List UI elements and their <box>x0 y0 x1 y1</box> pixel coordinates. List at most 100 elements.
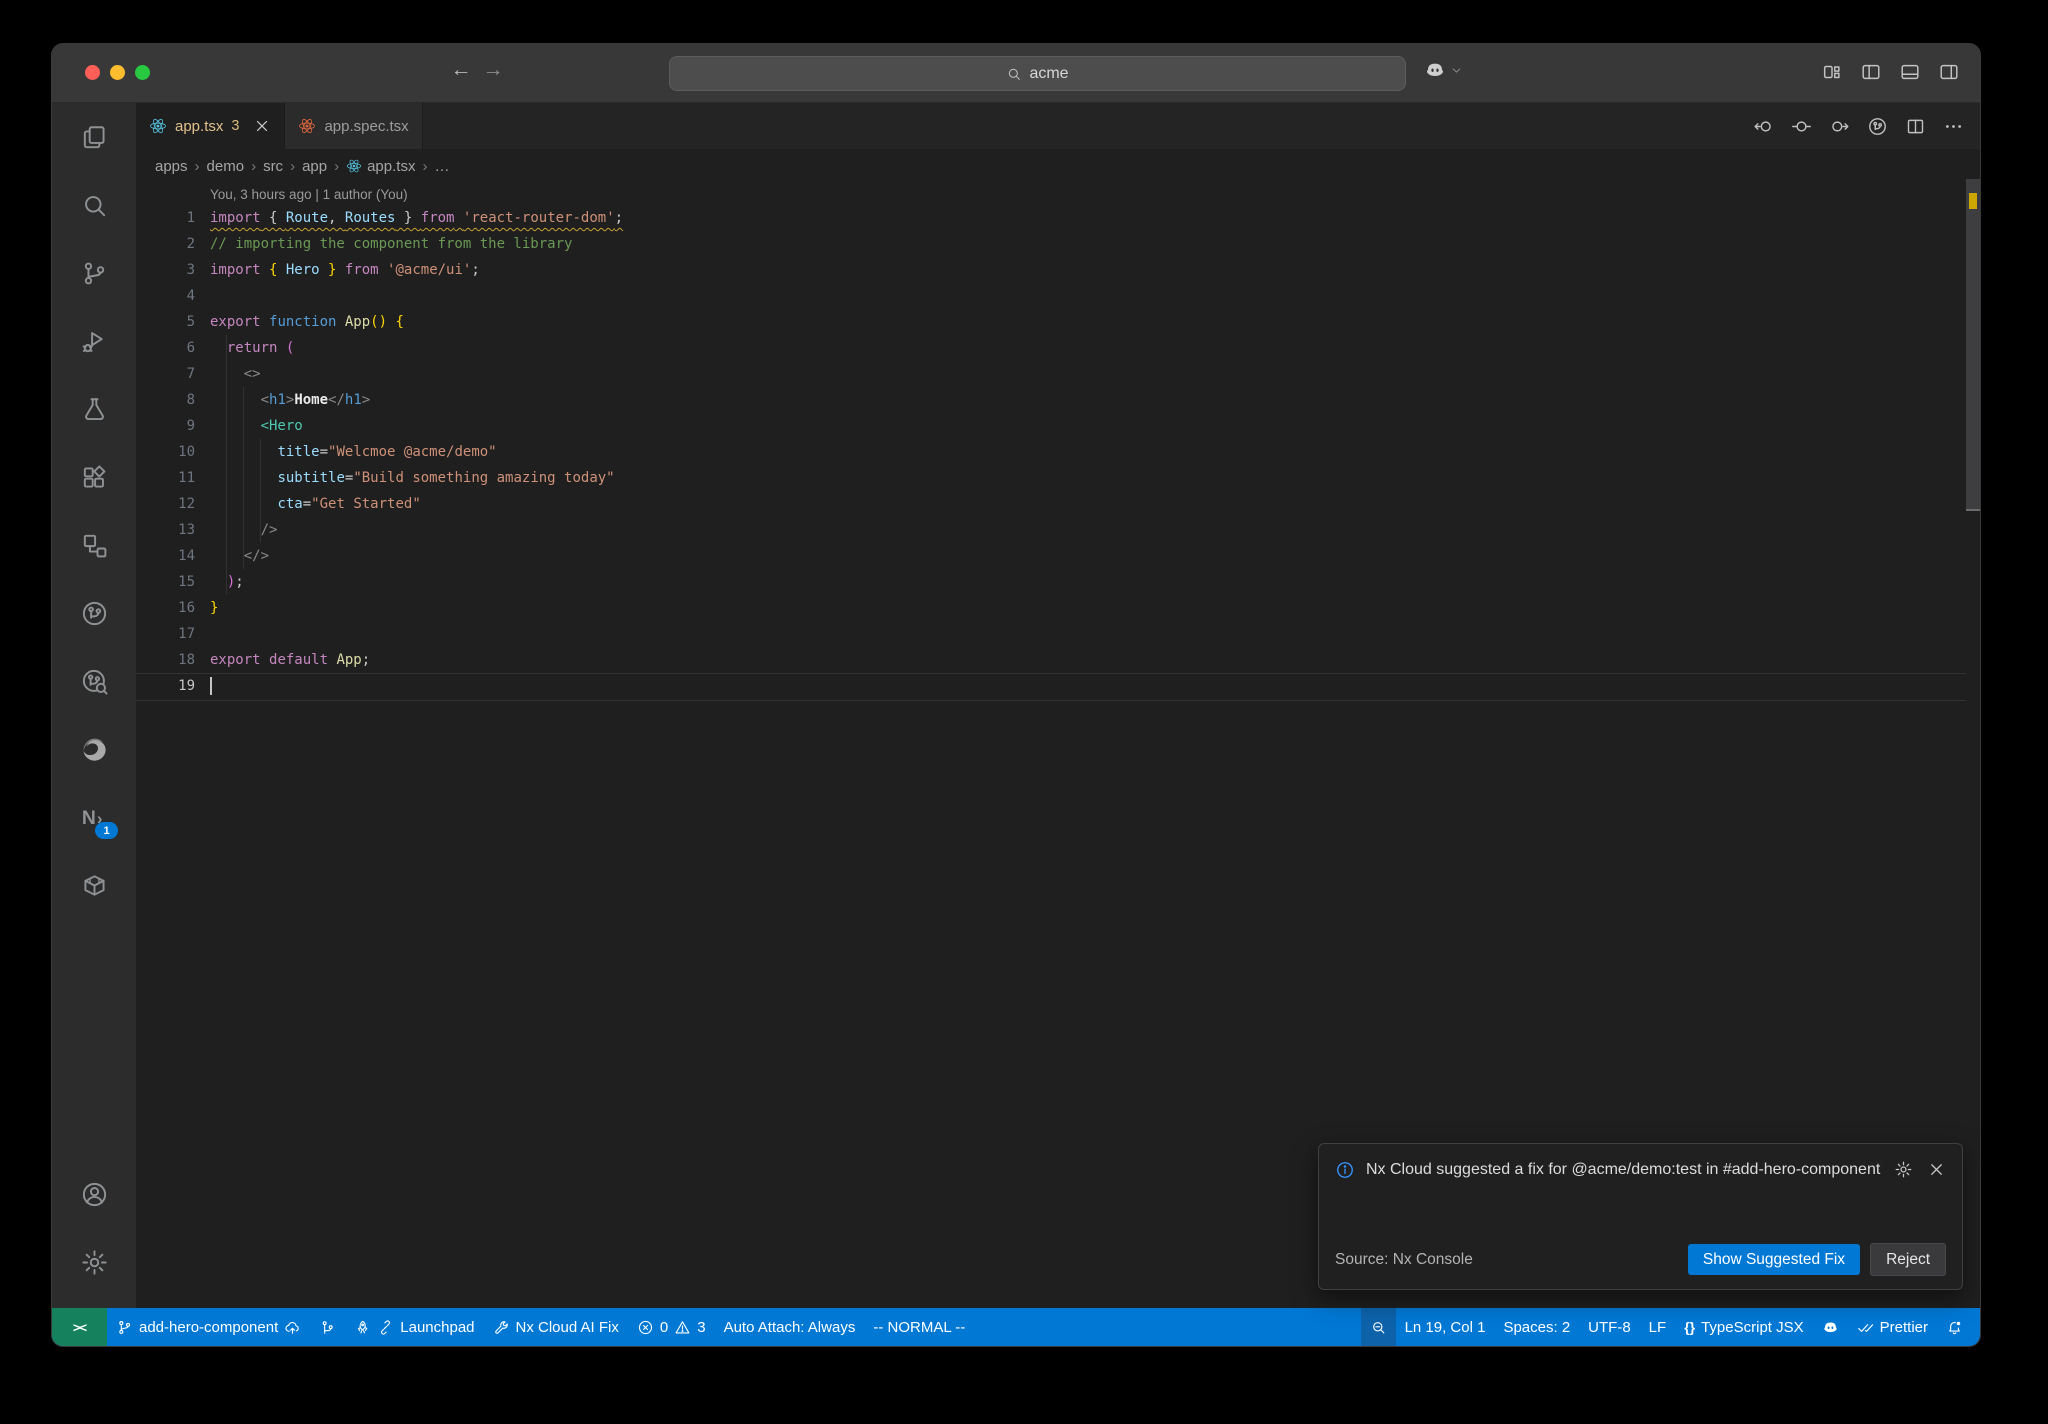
status-auto-attach[interactable]: Auto Attach: Always <box>715 1308 865 1346</box>
rocket-icon <box>354 1319 371 1336</box>
status-cursor-position[interactable]: Ln 19, Col 1 <box>1396 1308 1495 1346</box>
vscode-window: ← → acme N › 1 app.tsx 3 app.spec.tsx apps › d… <box>52 44 1980 1346</box>
breadcrumb-item-app[interactable]: app <box>302 158 327 175</box>
notification-message: Nx Cloud suggested a fix for @acme/demo:… <box>1366 1161 1881 1178</box>
customize-layout-icon[interactable] <box>1821 61 1843 83</box>
code-text: <h1>Home</h1> <box>260 392 371 408</box>
sidebar-item-run-and-debug[interactable] <box>52 307 136 375</box>
code-editor[interactable]: You, 3 hours ago | 1 author (You) 1 impor… <box>136 183 1980 1308</box>
prev-change-icon[interactable] <box>1753 116 1774 137</box>
change-icon[interactable] <box>1791 116 1812 137</box>
code-line-3[interactable]: 3 import { Hero } from '@acme/ui'; <box>136 257 1966 283</box>
sidebar-item-pipeline-search[interactable] <box>52 647 136 715</box>
code-line-4[interactable]: 4 <box>136 283 1966 309</box>
navigate-forward-button[interactable]: → <box>479 58 507 82</box>
line-number: 2 <box>186 236 195 252</box>
copilot-menu-button[interactable] <box>1424 59 1463 81</box>
status-formatter[interactable]: Prettier <box>1848 1308 1937 1346</box>
code-line-9[interactable]: 9 <Hero <box>136 413 1966 439</box>
sidebar-item-search[interactable] <box>52 171 136 239</box>
extensions-icon <box>80 463 109 492</box>
sidebar-item-accounts[interactable] <box>52 1160 136 1228</box>
breadcrumb-item-src[interactable]: src <box>263 158 283 175</box>
git-graph-icon <box>319 1319 336 1336</box>
status-git-branch[interactable]: add-hero-component <box>107 1308 310 1346</box>
code-text: } <box>210 600 219 616</box>
run-debug-icon <box>80 327 109 356</box>
status-problems[interactable]: 03 <box>628 1308 715 1346</box>
tab-app.tsx[interactable]: app.tsx 3 <box>136 103 286 149</box>
status-notifications-bell[interactable] <box>1937 1308 1972 1346</box>
status-vim-mode[interactable]: -- NORMAL -- <box>864 1308 974 1346</box>
code-line-12[interactable]: 12 cta="Get Started" <box>136 491 1966 517</box>
status-indentation[interactable]: Spaces: 2 <box>1494 1308 1579 1346</box>
show-suggested-fix-button[interactable]: Show Suggested Fix <box>1687 1244 1861 1275</box>
scrollbar-thumb[interactable] <box>1966 179 1980 511</box>
run-circle-icon[interactable] <box>1867 116 1888 137</box>
layout-sidebar-right-icon[interactable] <box>1938 61 1960 83</box>
layout-panel-icon[interactable] <box>1899 61 1921 83</box>
close-window-button[interactable] <box>85 65 100 80</box>
status-language-mode[interactable]: {} TypeScript JSX <box>1675 1308 1812 1346</box>
layout-sidebar-left-icon[interactable] <box>1860 61 1882 83</box>
breadcrumb-separator: › <box>334 157 340 175</box>
search-icon <box>80 191 109 220</box>
tab-close-icon[interactable] <box>253 117 271 135</box>
code-line-5[interactable]: 5 export function App() { <box>136 309 1966 335</box>
code-line-17[interactable]: 17 <box>136 621 1966 647</box>
status-nx-cloud-ai-fix[interactable]: Nx Cloud AI Fix <box>484 1308 628 1346</box>
status-encoding[interactable]: UTF-8 <box>1579 1308 1640 1346</box>
codelens-blame[interactable]: You, 3 hours ago | 1 author (You) <box>210 185 408 205</box>
sidebar-item-containers[interactable] <box>52 851 136 919</box>
code-line-11[interactable]: 11 subtitle="Build something amazing tod… <box>136 465 1966 491</box>
breadcrumb-separator: › <box>290 157 296 175</box>
code-line-19[interactable]: 19 <box>136 673 1966 699</box>
breadcrumb-item-[interactable]: … <box>434 158 449 175</box>
navigate-back-button[interactable]: ← <box>447 58 475 82</box>
tab-app.spec.tsx[interactable]: app.spec.tsx <box>285 103 423 149</box>
code-line-10[interactable]: 10 title="Welcmoe @acme/demo" <box>136 439 1966 465</box>
status-launchpad[interactable]: Launchpad <box>345 1308 483 1346</box>
split-editor-icon[interactable] <box>1905 116 1926 137</box>
code-line-7[interactable]: 7 <> <box>136 361 1966 387</box>
notification-settings-gear-icon[interactable] <box>1894 1160 1913 1179</box>
breadcrumb-item-demo[interactable]: demo <box>207 158 245 175</box>
pipeline-icon <box>80 599 109 628</box>
code-line-15[interactable]: 15 ); <box>136 569 1966 595</box>
status-git-graph[interactable] <box>310 1308 345 1346</box>
status-eol[interactable]: LF <box>1640 1308 1676 1346</box>
reject-button[interactable]: Reject <box>1870 1243 1946 1276</box>
code-line-6[interactable]: 6 return ( <box>136 335 1966 361</box>
line-number: 1 <box>186 210 195 226</box>
command-center-search[interactable]: acme <box>669 56 1406 91</box>
breadcrumb-item-apps[interactable]: apps <box>155 158 188 175</box>
breadcrumb-item-app.tsx[interactable]: app.tsx <box>346 158 415 175</box>
next-change-icon[interactable] <box>1829 116 1850 137</box>
sidebar-item-project-structure[interactable] <box>52 511 136 579</box>
sidebar-item-manage[interactable] <box>52 1228 136 1296</box>
breadcrumb-separator: › <box>422 157 428 175</box>
sidebar-item-testing[interactable] <box>52 375 136 443</box>
code-line-18[interactable]: 18 export default App; <box>136 647 1966 673</box>
sidebar-item-edge-browser[interactable] <box>52 715 136 783</box>
code-line-1[interactable]: 1 import { Route, Routes } from 'react-ro… <box>136 205 1966 231</box>
minimize-window-button[interactable] <box>110 65 125 80</box>
sidebar-item-nx-console[interactable]: N › 1 <box>52 783 136 851</box>
more-icon[interactable] <box>1943 116 1964 137</box>
sidebar-item-explorer[interactable] <box>52 103 136 171</box>
status-copilot-status[interactable] <box>1813 1308 1848 1346</box>
code-line-14[interactable]: 14 </> <box>136 543 1966 569</box>
zoom-window-button[interactable] <box>135 65 150 80</box>
status-remote-indicator[interactable]: >< <box>52 1308 107 1346</box>
code-line-2[interactable]: 2 // importing the component from the lib… <box>136 231 1966 257</box>
sidebar-item-source-control[interactable] <box>52 239 136 307</box>
notification-close-icon[interactable] <box>1927 1160 1946 1179</box>
line-number: 3 <box>186 262 195 278</box>
code-line-16[interactable]: 16} <box>136 595 1966 621</box>
sidebar-item-extensions[interactable] <box>52 443 136 511</box>
code-line-13[interactable]: 13 /> <box>136 517 1966 543</box>
breadcrumb: apps › demo › src › app › app.tsx ›… <box>136 149 1980 183</box>
code-line-8[interactable]: 8 <h1>Home</h1> <box>136 387 1966 413</box>
sidebar-item-pipeline[interactable] <box>52 579 136 647</box>
status-zoom-indicator[interactable] <box>1360 1308 1396 1346</box>
